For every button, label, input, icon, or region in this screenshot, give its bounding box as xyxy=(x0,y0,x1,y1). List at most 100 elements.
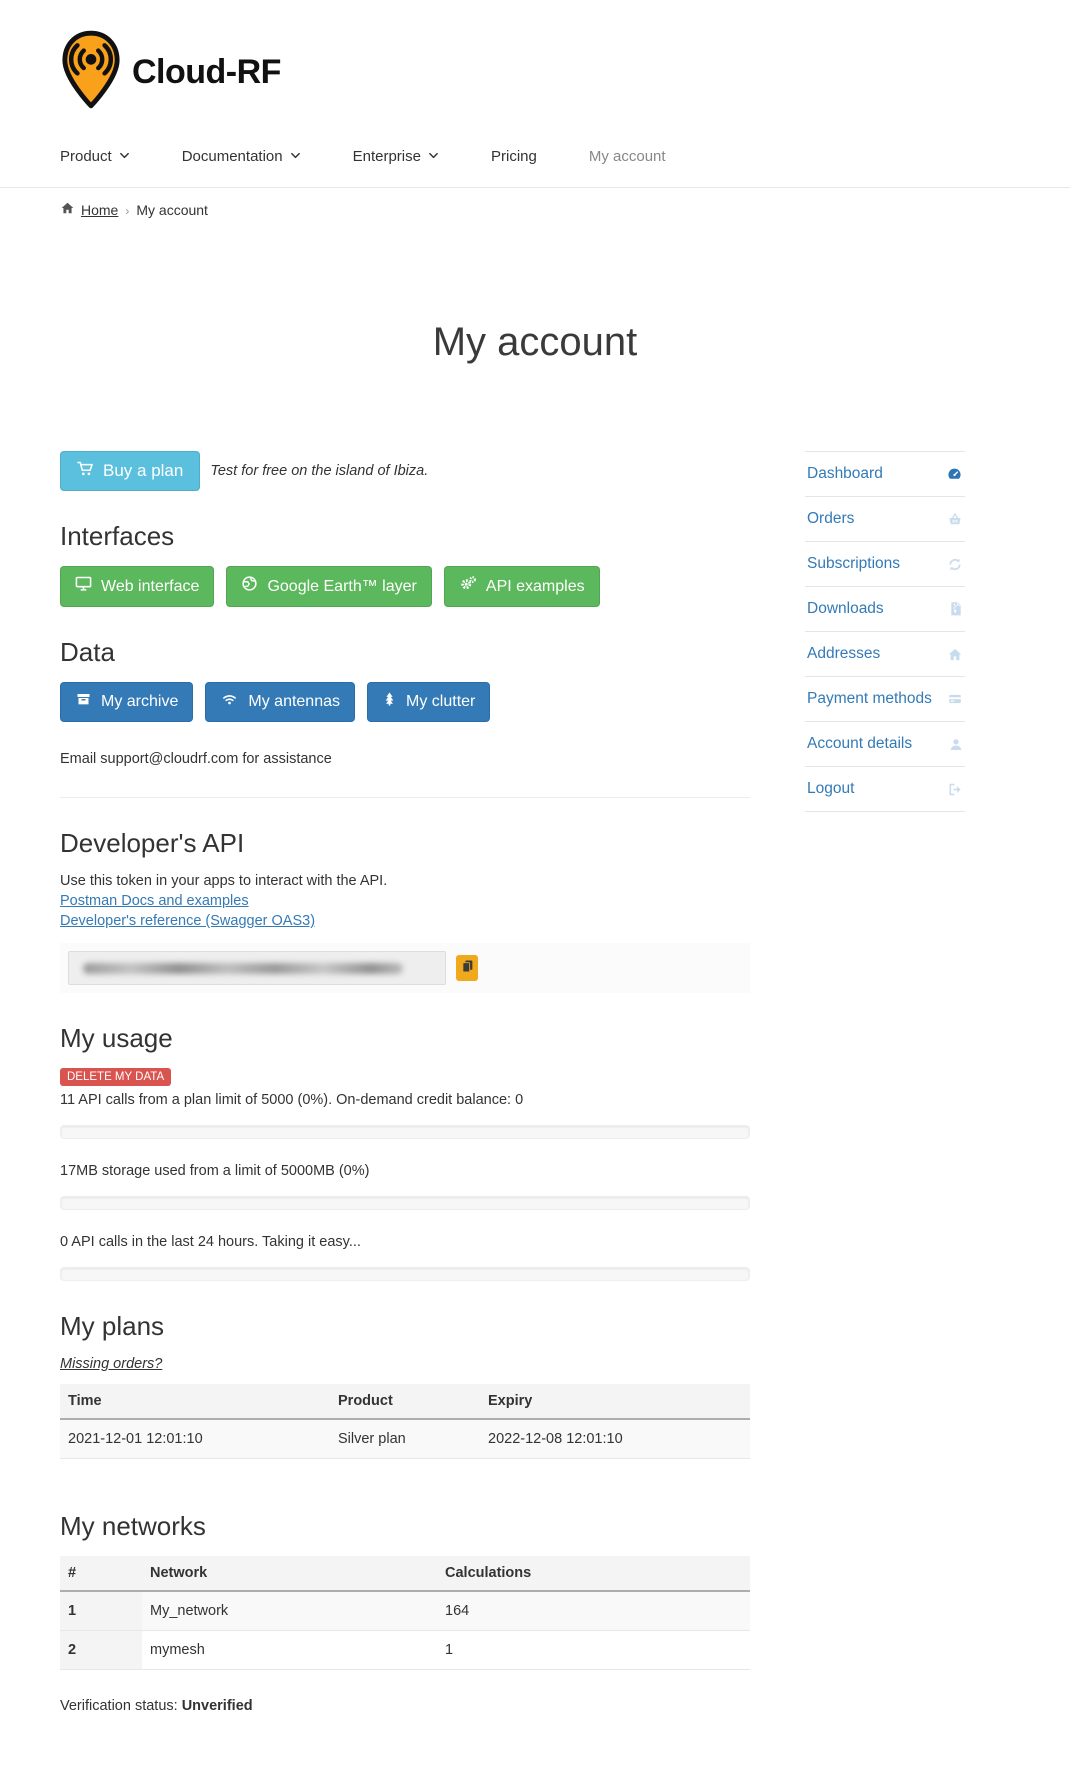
swagger-reference-link[interactable]: Developer's reference (Swagger OAS3) xyxy=(60,911,750,931)
table-header-row: # Network Calculations xyxy=(60,1556,750,1592)
account-sidebar: Dashboard Orders Subscriptions Downloads xyxy=(805,451,965,812)
my-plans-heading: My plans xyxy=(60,1311,165,1341)
plans-table: Time Product Expiry 2021-12-01 12:01:10 … xyxy=(60,1384,750,1459)
api-calls-usage-text: 11 API calls from a plan limit of 5000 (… xyxy=(60,1092,524,1108)
plan-expiry-cell: 2022-12-08 12:01:10 xyxy=(480,1419,750,1459)
networks-table: # Network Calculations 1 My_network 164 … xyxy=(60,1556,750,1670)
dashboard-icon xyxy=(946,466,963,482)
table-row: 2021-12-01 12:01:10 Silver plan 2022-12-… xyxy=(60,1419,750,1459)
api-calls-progressbar xyxy=(60,1125,750,1139)
gears-icon xyxy=(459,575,477,598)
wifi-icon xyxy=(220,691,239,713)
delete-my-data-button[interactable]: DELETE MY DATA xyxy=(60,1068,172,1086)
column-header-expiry: Expiry xyxy=(480,1384,750,1420)
buy-a-plan-button[interactable]: Buy a plan xyxy=(60,451,201,491)
plan-product-cell: Silver plan xyxy=(330,1419,480,1459)
credit-card-icon xyxy=(947,692,963,706)
sync-icon xyxy=(947,557,963,572)
breadcrumb-separator: › xyxy=(125,203,130,218)
sidebar-item-logout[interactable]: Logout xyxy=(805,767,965,812)
last24h-progressbar xyxy=(60,1267,750,1281)
copy-icon xyxy=(461,959,474,977)
chevron-down-icon xyxy=(290,148,301,165)
nav-item-product[interactable]: Product xyxy=(60,148,130,165)
web-interface-button[interactable]: Web interface xyxy=(60,566,215,607)
zip-file-icon xyxy=(949,601,963,617)
free-trial-note: Test for free on the island of Ibiza. xyxy=(210,463,429,479)
plan-time-cell: 2021-12-01 12:01:10 xyxy=(60,1419,330,1459)
network-index-cell: 2 xyxy=(60,1630,142,1670)
column-header-calculations: Calculations xyxy=(437,1556,750,1592)
last24h-usage-text: 0 API calls in the last 24 hours. Taking… xyxy=(60,1234,361,1250)
storage-usage-text: 17MB storage used from a limit of 5000MB… xyxy=(60,1163,370,1179)
globe-icon xyxy=(241,575,258,598)
page-title: My account xyxy=(432,320,638,364)
data-heading: Data xyxy=(60,637,115,667)
storage-progressbar xyxy=(60,1196,750,1210)
my-usage-heading: My usage xyxy=(60,1023,173,1053)
home-icon xyxy=(947,647,963,662)
breadcrumb: Home › My account xyxy=(0,188,1070,232)
sidebar-item-account-details[interactable]: Account details xyxy=(805,722,965,767)
google-earth-layer-button[interactable]: Google Earth™ layer xyxy=(226,566,432,607)
api-token-panel xyxy=(60,943,750,993)
sidebar-item-addresses[interactable]: Addresses xyxy=(805,632,965,677)
my-networks-heading: My networks xyxy=(60,1511,206,1541)
tree-icon xyxy=(382,691,397,713)
main-nav: Product Documentation Enterprise Pricing… xyxy=(60,148,1070,187)
brand-name: Cloud-RF xyxy=(132,52,281,91)
column-header-time: Time xyxy=(60,1384,330,1420)
sidebar-item-downloads[interactable]: Downloads xyxy=(805,587,965,632)
sidebar-item-dashboard[interactable]: Dashboard xyxy=(805,452,965,497)
site-header: Cloud-RF Product Documentation Enterpris… xyxy=(0,0,1070,188)
chevron-down-icon xyxy=(428,148,439,165)
interfaces-buttons: Web interface Google Earth™ layer API ex… xyxy=(60,566,750,607)
nav-item-pricing[interactable]: Pricing xyxy=(491,148,537,165)
sidebar-item-subscriptions[interactable]: Subscriptions xyxy=(805,542,965,587)
verification-status-line: Verification status: Unverified xyxy=(60,1698,750,1714)
cart-icon xyxy=(77,460,94,482)
brand-logo-link[interactable]: Cloud-RF xyxy=(60,30,1070,114)
column-header-network: Network xyxy=(142,1556,437,1592)
api-examples-button[interactable]: API examples xyxy=(443,566,600,607)
breadcrumb-home-link[interactable]: Home xyxy=(81,202,118,218)
data-buttons: My archive My antennas My clutter xyxy=(60,682,750,722)
api-description: Use this token in your apps to interact … xyxy=(60,873,388,889)
column-header-number: # xyxy=(60,1556,142,1592)
basket-icon xyxy=(947,512,963,527)
chevron-down-icon xyxy=(119,148,130,165)
divider xyxy=(60,797,750,798)
plan-banner: Buy a plan Test for free on the island o… xyxy=(60,451,750,491)
my-archive-button[interactable]: My archive xyxy=(60,682,194,722)
archive-icon xyxy=(75,691,92,713)
sidebar-item-payment-methods[interactable]: Payment methods xyxy=(805,677,965,722)
missing-orders-link[interactable]: Missing orders? xyxy=(60,1356,162,1372)
verification-status-value: Unverified xyxy=(181,1698,253,1714)
table-row: 2 mymesh 1 xyxy=(60,1630,750,1670)
network-calculations-cell: 1 xyxy=(437,1630,750,1670)
my-antennas-button[interactable]: My antennas xyxy=(205,682,355,722)
column-header-product: Product xyxy=(330,1384,480,1420)
breadcrumb-current: My account xyxy=(136,201,208,218)
nav-item-my-account[interactable]: My account xyxy=(589,148,666,165)
interfaces-heading: Interfaces xyxy=(60,521,175,551)
copy-token-button[interactable] xyxy=(456,955,478,981)
user-icon xyxy=(949,737,963,752)
my-clutter-button[interactable]: My clutter xyxy=(367,682,491,722)
sidebar-item-orders[interactable]: Orders xyxy=(805,497,965,542)
api-token-redacted xyxy=(83,962,404,974)
home-icon xyxy=(60,201,75,218)
nav-item-documentation[interactable]: Documentation xyxy=(182,148,301,165)
postman-docs-link[interactable]: Postman Docs and examples xyxy=(60,891,750,911)
logout-icon xyxy=(947,782,963,797)
verification-label: Verification status: xyxy=(60,1698,182,1714)
developer-api-heading: Developer's API xyxy=(60,828,245,858)
radio-pin-logo-icon xyxy=(60,30,122,114)
network-name-cell: mymesh xyxy=(142,1630,437,1670)
nav-item-enterprise[interactable]: Enterprise xyxy=(353,148,439,165)
table-header-row: Time Product Expiry xyxy=(60,1384,750,1420)
support-note: Email support@cloudrf.com for assistance xyxy=(60,751,332,767)
main-content: Buy a plan Test for free on the island o… xyxy=(60,451,750,1729)
monitor-icon xyxy=(75,575,92,598)
api-token-field[interactable] xyxy=(68,951,446,985)
